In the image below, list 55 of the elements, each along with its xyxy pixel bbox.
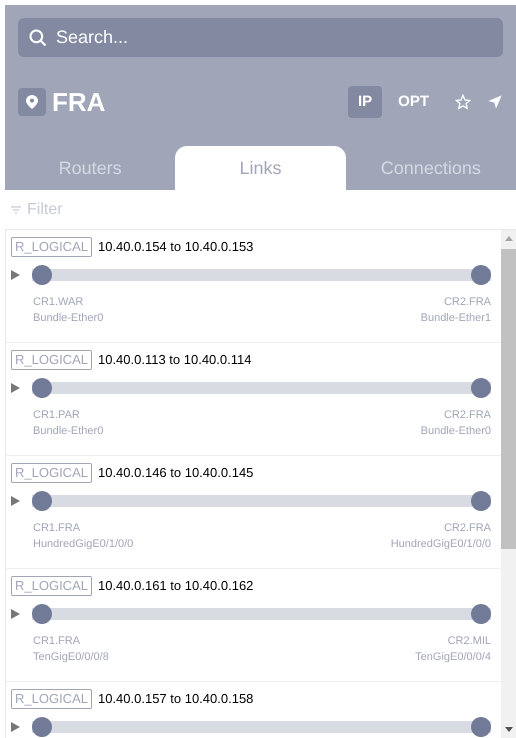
view-toggle[interactable]: OPT [388, 86, 439, 118]
expand-arrow-icon[interactable] [11, 383, 20, 393]
link-title: 10.40.0.146 to 10.40.0.145 [98, 464, 254, 482]
interface-name: HundredGigE0/1/0/0 [33, 537, 134, 552]
endpoint-node [32, 604, 52, 624]
endpoint-node [471, 604, 491, 624]
link-title: 10.40.0.154 to 10.40.0.153 [98, 238, 254, 256]
expand-arrow-icon[interactable] [11, 270, 20, 280]
interface-name: HundredGigE0/1/0/0 [390, 537, 491, 552]
router-name: CR1.FRA [33, 521, 80, 536]
location-pin-icon [18, 88, 46, 116]
view-toggle[interactable]: IP [348, 86, 382, 118]
endpoint-node [471, 717, 491, 737]
endpoint-node [471, 491, 491, 511]
endpoint-node [471, 378, 491, 398]
scrollbar[interactable] [501, 230, 516, 738]
router-name: CR2.FRA [444, 408, 491, 423]
router-name: CR1.FRA [33, 634, 80, 649]
link-type-tag: R_LOGICAL [11, 463, 92, 483]
link-type-tag: R_LOGICAL [11, 689, 92, 709]
filter-icon [11, 206, 21, 214]
link-title: 10.40.0.113 to 10.40.0.114 [98, 351, 252, 370]
router-name: CR2.FRA [444, 521, 491, 536]
scroll-down-arrow-icon[interactable] [504, 727, 512, 732]
link-type-tag: R_LOGICAL [11, 350, 92, 370]
interface-name: Bundle-Ether0 [33, 424, 104, 439]
endpoint-node [32, 491, 52, 511]
expand-arrow-icon[interactable] [11, 722, 20, 732]
link-type-tag: R_LOGICAL [11, 237, 92, 257]
link-title: 10.40.0.161 to 10.40.0.162 [98, 577, 254, 596]
search-icon [28, 28, 48, 48]
filter-field[interactable]: Filter [5, 190, 516, 229]
router-name: CR1.WAR [33, 295, 84, 310]
star-icon[interactable] [455, 94, 471, 110]
link-title: 10.40.0.157 to 10.40.0.158 [98, 690, 254, 708]
link-type-tag: R_LOGICAL [11, 576, 92, 596]
endpoint-node [32, 378, 52, 398]
interface-name: TenGigE0/0/0/4 [415, 650, 491, 665]
search-field[interactable]: Search... [18, 18, 503, 57]
interface-name: Bundle-Ether0 [33, 311, 104, 326]
expand-arrow-icon[interactable] [11, 496, 20, 506]
scrollbar-thumb[interactable] [501, 249, 516, 549]
interface-name: Bundle-Ether0 [420, 424, 491, 439]
endpoint-node [471, 265, 491, 285]
endpoint-node [32, 717, 52, 737]
expand-arrow-icon[interactable] [11, 609, 20, 619]
location-title: FRA [52, 86, 106, 118]
router-name: CR1.PAR [33, 408, 80, 423]
interface-name: TenGigE0/0/0/8 [33, 650, 109, 665]
tab[interactable]: Links [175, 146, 346, 190]
router-name: CR2.FRA [444, 295, 491, 310]
interface-name: Bundle-Ether1 [420, 311, 491, 326]
router-name: CR2.MIL [448, 634, 491, 649]
navigation-arrow-icon[interactable] [487, 94, 503, 110]
endpoint-node [32, 265, 52, 285]
